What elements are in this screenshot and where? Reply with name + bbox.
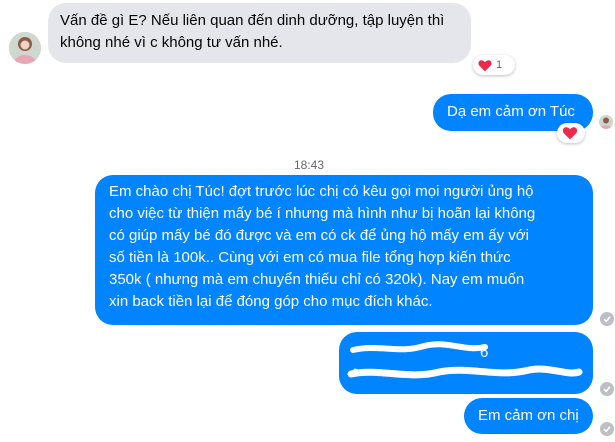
message-text-line: có giúp mấy bé đó được và em có ck để ủn… [109, 227, 529, 244]
outgoing-message[interactable]: Em cảm ơn chị [464, 398, 593, 434]
outgoing-message[interactable]: Em chào chị Túc! đợt trước lúc chị có kê… [95, 175, 593, 325]
message-text-line: xin back tiền lại để đóng góp cho mục đí… [109, 293, 433, 310]
redaction-scribble [347, 341, 583, 379]
message-text-line: Vấn đề gì E? Nếu liên quan đến dinh dưỡn… [60, 12, 445, 29]
heart-icon [478, 59, 492, 71]
seen-check-icon [600, 382, 614, 396]
message-text-line: Em cảm ơn chị [478, 407, 579, 424]
message-text-line: cho việc từ thiện mấy bé í nhưng mà hình… [109, 205, 536, 222]
message-text-line: Em chào chị Túc! đợt trước lúc chị có kê… [109, 183, 534, 200]
avatar-icon [9, 32, 41, 64]
seen-check-icon [600, 312, 614, 326]
sender-avatar[interactable] [9, 32, 41, 64]
reaction-badge[interactable]: 1 [473, 55, 515, 75]
message-text-line: không nhé vì c không tư vấn nhé. [60, 34, 283, 51]
message-text-line: số tiền là 100k.. Cùng với em có mua fil… [109, 249, 511, 266]
incoming-message[interactable]: Vấn đề gì E? Nếu liên quan đến dinh dưỡn… [48, 3, 471, 63]
outgoing-message-redacted[interactable]: 6 [339, 332, 593, 394]
avatar-icon [599, 115, 613, 129]
seen-check-icon [600, 422, 614, 436]
reaction-badge[interactable] [557, 123, 585, 143]
heart-icon [562, 127, 578, 140]
read-receipt-avatar [599, 115, 613, 129]
message-text-line: Dạ em cảm ơn Túc [447, 103, 575, 120]
message-text-line: 350k ( nhưng mà em chuyển thiếu chỉ có 3… [109, 271, 525, 288]
reaction-count: 1 [496, 59, 503, 71]
timestamp: 18:43 [294, 158, 325, 172]
